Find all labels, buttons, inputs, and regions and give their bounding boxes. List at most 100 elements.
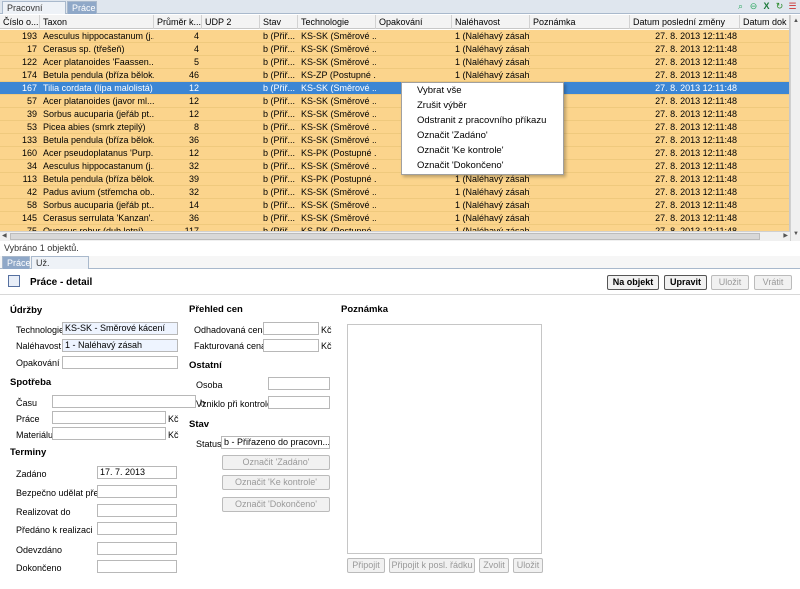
col-technologie[interactable]: Technologie bbox=[298, 15, 376, 29]
dokonceno-field[interactable] bbox=[97, 560, 177, 573]
table-row[interactable]: 160 Acer pseudoplatanus 'Purp... 12 b (Přiř… bbox=[0, 147, 789, 160]
search-minus-icon[interactable]: ⊖ bbox=[748, 1, 759, 12]
cell-udp2 bbox=[202, 212, 260, 225]
scroll-up-icon[interactable]: ▲ bbox=[793, 17, 799, 26]
grid-header: Číslo o... Taxon Průměr k... UDP 2 Stav … bbox=[0, 15, 789, 29]
scroll-down-icon[interactable]: ▼ bbox=[793, 230, 799, 239]
bezpecne-field[interactable] bbox=[97, 485, 177, 498]
cell-udp2 bbox=[202, 134, 260, 147]
scroll-right-icon[interactable]: ▶ bbox=[783, 232, 788, 241]
odhadovana-unit: Kč bbox=[321, 325, 332, 335]
cell-prumer: 14 bbox=[188, 200, 199, 210]
tab-uz-poznamky[interactable]: Už. poznámky bbox=[31, 256, 89, 280]
menu-item-mark-ke-kontrole[interactable]: Označit 'Ke kontrole' bbox=[402, 143, 563, 158]
fakturovana-field[interactable] bbox=[263, 339, 319, 352]
cell-technologie: KS-SK (Směrové ... bbox=[301, 96, 376, 106]
excel-icon[interactable]: X bbox=[761, 1, 772, 12]
menu-item-remove[interactable]: Odstranit z pracovního příkazu bbox=[402, 113, 563, 128]
pripojit-button[interactable]: Připojit bbox=[347, 558, 385, 573]
predano-field[interactable] bbox=[97, 522, 177, 535]
table-row[interactable]: 17 Cerasus sp. (třešeň) 4 b (Přiř... KS-SK (… bbox=[0, 43, 789, 56]
bottom-tabbar: Práce Už. poznámky bbox=[0, 256, 800, 280]
opakovani-field[interactable] bbox=[62, 356, 178, 369]
horizontal-scrollbar[interactable]: ◀ ▶ bbox=[0, 231, 790, 241]
mark-dokonceno-button[interactable]: Označit 'Dokončeno' bbox=[222, 497, 330, 512]
col-datum-dok[interactable]: Datum dok bbox=[740, 15, 789, 29]
settings-icon[interactable]: ☰ bbox=[787, 1, 798, 12]
col-udp2[interactable]: UDP 2 bbox=[202, 15, 260, 29]
table-row[interactable]: 145 Cerasus serrulata 'Kanzan'... 36 b (Při… bbox=[0, 212, 789, 225]
prace-field[interactable] bbox=[52, 411, 166, 424]
col-taxon[interactable]: Taxon bbox=[40, 15, 154, 29]
odevzdano-field[interactable] bbox=[97, 542, 177, 555]
cell-datum-zmeny: 27. 8. 2013 12:11:48 bbox=[655, 135, 737, 145]
col-cislo[interactable]: Číslo o... bbox=[0, 15, 40, 29]
scroll-left-icon[interactable]: ◀ bbox=[2, 232, 7, 241]
search-icon[interactable]: ⌕ bbox=[735, 1, 746, 12]
table-row[interactable]: 174 Betula pendula (bříza bělok... 46 b (Př… bbox=[0, 69, 789, 82]
nalehavost-field[interactable]: 1 - Naléhavý zásah bbox=[62, 339, 178, 352]
cell-opakovani bbox=[376, 186, 452, 199]
cell-poznamka bbox=[530, 199, 630, 212]
technologie-field[interactable]: KS-SK - Směrové kácení bbox=[62, 322, 178, 335]
cell-datum-dok bbox=[740, 43, 789, 56]
menu-item-select-all[interactable]: Vybrat vše bbox=[402, 83, 563, 98]
menu-item-mark-dokonceno[interactable]: Označit 'Dokončeno' bbox=[402, 158, 563, 173]
vratit-button[interactable]: Vrátit bbox=[754, 275, 792, 290]
tab-pracovni-prikaz[interactable]: Pracovní příkaz bbox=[2, 1, 66, 25]
table-row[interactable]: 58 Sorbus aucuparia (jeřáb pt... 14 b (Přiř… bbox=[0, 199, 789, 212]
col-opakovani[interactable]: Opakování bbox=[376, 15, 452, 29]
col-prumer[interactable]: Průměr k... bbox=[154, 15, 202, 29]
zadano-field[interactable]: 17. 7. 2013 bbox=[97, 466, 177, 479]
cell-poznamka bbox=[530, 43, 630, 56]
refresh-icon[interactable]: ↻ bbox=[774, 1, 785, 12]
table-row[interactable]: 42 Padus avium (střemcha ob... 32 b (Přiř..… bbox=[0, 186, 789, 199]
table-row[interactable]: 133 Betula pendula (bříza bělok... 36 b (Př… bbox=[0, 134, 789, 147]
vertical-scrollbar[interactable]: ▲ ▼ bbox=[790, 15, 800, 241]
mark-ke-kontrole-button[interactable]: Označit 'Ke kontrole' bbox=[222, 475, 330, 490]
cell-technologie: KS-SK (Směrové ... bbox=[301, 187, 376, 197]
odhadovana-field[interactable] bbox=[263, 322, 319, 335]
upravit-button[interactable]: Upravit bbox=[664, 275, 707, 290]
table-row[interactable]: 113 Betula pendula (bříza bělok... 39 b (Př… bbox=[0, 173, 789, 186]
col-datum-zmeny[interactable]: Datum poslední změny bbox=[630, 15, 740, 29]
status-field[interactable]: b - Přiřazeno do pracovn... bbox=[221, 436, 330, 449]
na-objekt-button[interactable]: Na objekt bbox=[607, 275, 659, 290]
technologie-label: Technologie bbox=[16, 325, 65, 335]
poznamka-ulozit-button[interactable]: Uložit bbox=[513, 558, 543, 573]
toolbar-icons: ⌕ ⊖ X ↻ ☰ bbox=[735, 1, 798, 12]
col-nalehavost[interactable]: Naléhavost bbox=[452, 15, 530, 29]
ulozit-button[interactable]: Uložit bbox=[711, 275, 749, 290]
casu-field[interactable] bbox=[52, 395, 196, 408]
vzniklo-field[interactable] bbox=[268, 396, 330, 409]
cell-datum-dok bbox=[740, 82, 789, 95]
table-row[interactable]: 39 Sorbus aucuparia (jeřáb pt... 12 b (Přiř… bbox=[0, 108, 789, 121]
realizovat-field[interactable] bbox=[97, 504, 177, 517]
table-row[interactable]: 193 Aesculus hippocastanum (j... 4 b (Přiř.… bbox=[0, 30, 789, 43]
cell-datum-dok bbox=[740, 173, 789, 186]
cell-datum-dok bbox=[740, 212, 789, 225]
cell-cislo: 17 bbox=[26, 44, 37, 54]
mark-zadano-button[interactable]: Označit 'Zadáno' bbox=[222, 455, 330, 470]
cell-cislo: 39 bbox=[26, 109, 37, 119]
pripojit-k-radku-button[interactable]: Připojit k posl. řádku bbox=[389, 558, 475, 573]
poznamka-textarea[interactable] bbox=[347, 324, 542, 554]
table-row[interactable]: 53 Picea abies (smrk ztepilý) 8 b (Přiř... K… bbox=[0, 121, 789, 134]
osoba-field[interactable] bbox=[268, 377, 330, 390]
menu-item-deselect[interactable]: Zrušit výběr bbox=[402, 98, 563, 113]
tab-prace-detail[interactable]: Práce bbox=[2, 256, 31, 269]
zadano-label: Zadáno bbox=[16, 469, 47, 479]
table-row[interactable]: 57 Acer platanoides (javor ml... 12 b (Přiř… bbox=[0, 95, 789, 108]
table-row[interactable]: 122 Acer platanoides 'Faassen... 5 b (Přiř.… bbox=[0, 56, 789, 69]
col-stav[interactable]: Stav bbox=[260, 15, 298, 29]
menu-item-mark-zadano[interactable]: Označit 'Zadáno' bbox=[402, 128, 563, 143]
col-poznamka[interactable]: Poznámka bbox=[530, 15, 630, 29]
table-row[interactable]: 167 Tilia cordata (lípa malolistá) 12 b (Př… bbox=[0, 82, 789, 95]
table-row[interactable]: 34 Aesculus hippocastanum (j... 32 b (Přiř.… bbox=[0, 160, 789, 173]
cell-prumer: 12 bbox=[188, 96, 199, 106]
horizontal-scroll-thumb[interactable] bbox=[10, 233, 760, 240]
cell-datum-dok bbox=[740, 108, 789, 121]
tab-prace[interactable]: Práce bbox=[67, 1, 97, 14]
zvolit-button[interactable]: Zvolit bbox=[479, 558, 509, 573]
materialu-field[interactable] bbox=[52, 427, 166, 440]
